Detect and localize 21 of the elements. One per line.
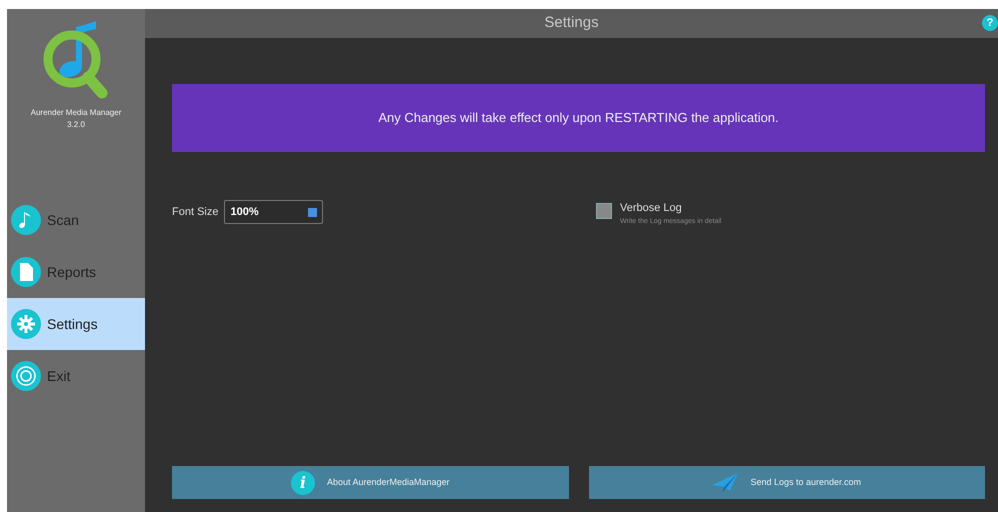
app-version: 3.2.0: [67, 119, 85, 131]
app-name: Aurender Media Manager: [30, 107, 122, 119]
help-button[interactable]: ?: [982, 15, 998, 31]
power-icon: [11, 361, 41, 391]
sidebar-item[interactable]: Reports: [7, 246, 145, 298]
font-size-label: Font Size: [172, 204, 218, 220]
font-size-field[interactable]: 100%: [224, 200, 324, 224]
sidebar-item[interactable]: Exit: [7, 350, 145, 402]
restart-notice: Any Changes will take effect only upon RESTARTING the application.: [172, 84, 985, 152]
note-icon: [11, 205, 41, 235]
info-icon: i: [290, 470, 315, 494]
paper-plane-icon: [712, 472, 738, 492]
window-title: Settings: [544, 13, 599, 34]
document-icon: [11, 257, 41, 287]
about-button[interactable]: i About AurenderMediaManager: [172, 466, 568, 499]
checkbox[interactable]: [596, 203, 612, 219]
send-logs-button[interactable]: Send Logs to aurender.com: [588, 466, 985, 499]
verbose-log-label: Verbose Log: [620, 201, 683, 216]
sidebar-item[interactable]: Settings: [7, 298, 145, 350]
sidebar-item[interactable]: Scan: [7, 194, 145, 246]
gear-icon: [11, 309, 41, 339]
